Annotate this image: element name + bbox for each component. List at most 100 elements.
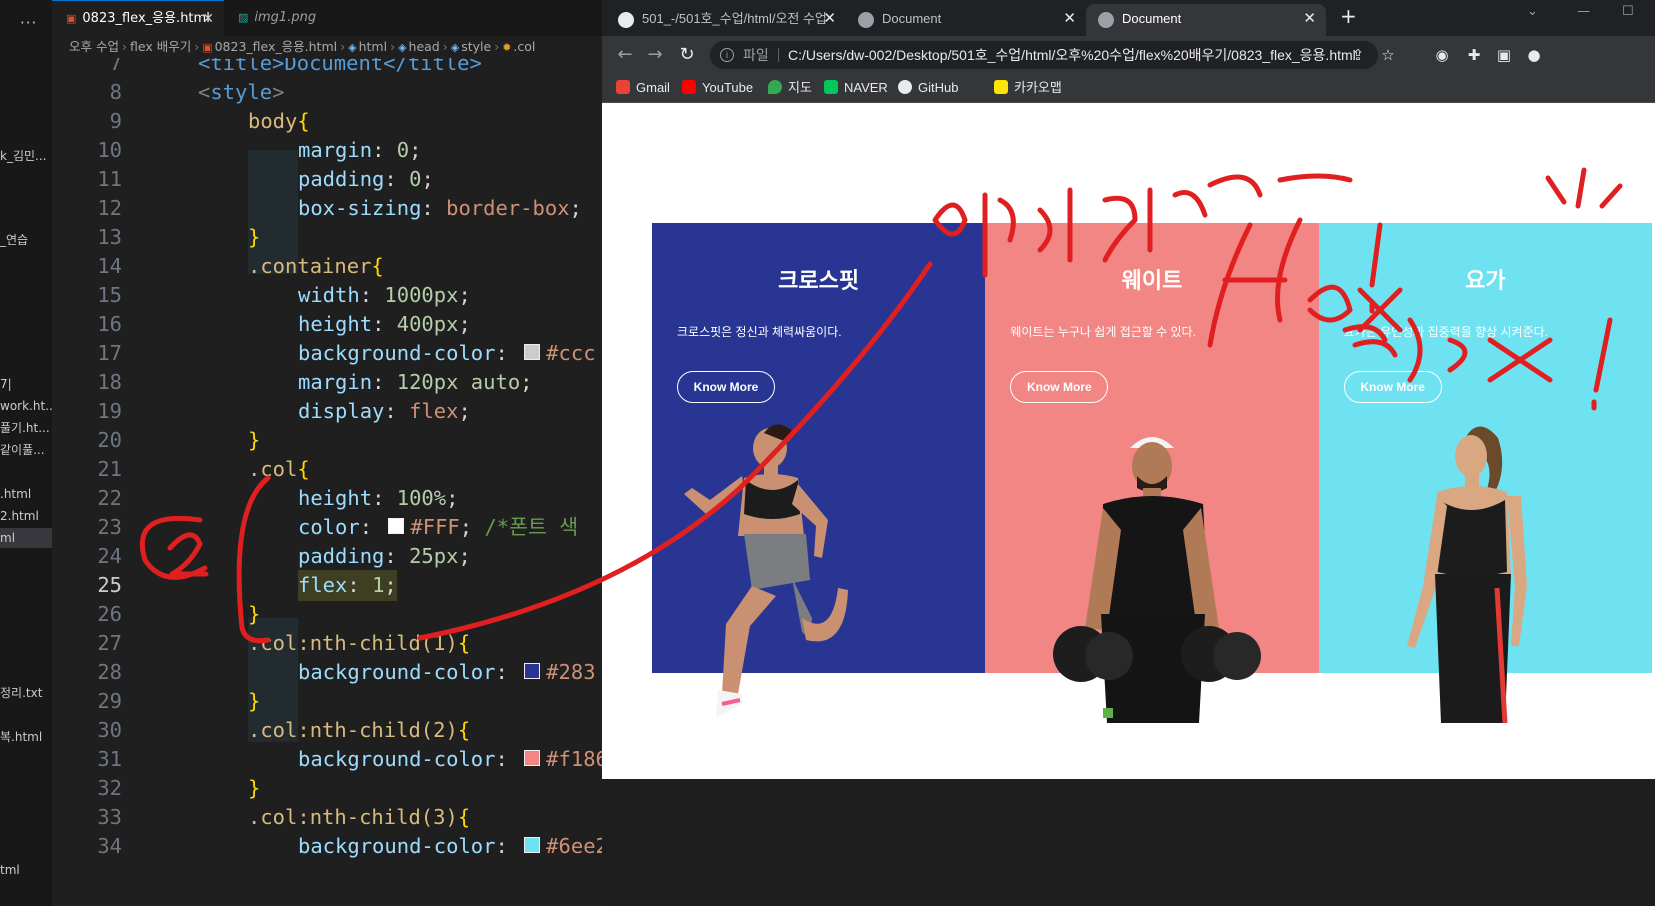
code-line-current: 25 flex: 1; — [52, 570, 602, 601]
know-more-button[interactable]: Know More — [1343, 371, 1442, 403]
weightlifter-image — [1053, 437, 1262, 723]
code-line: 23 color: #FFF; /*폰트 색 — [97, 515, 579, 539]
back-icon[interactable]: ← — [612, 42, 638, 68]
bookmark-kakaomap[interactable]: 카카오맵 — [994, 78, 1062, 98]
explorer-item[interactable]: _연습 — [0, 230, 52, 250]
code-line: 32} — [97, 776, 261, 800]
code-line: 13} — [97, 225, 261, 249]
breadcrumb-item[interactable]: .col — [513, 39, 535, 54]
code-line: 15 width: 1000px; — [97, 283, 471, 307]
know-more-button[interactable]: Know More — [1010, 371, 1109, 403]
explorer-item[interactable]: 정리.txt — [0, 683, 52, 703]
yoga-woman-image — [1406, 426, 1527, 723]
info-icon[interactable]: i — [720, 48, 734, 62]
puzzle-icon[interactable]: ✚ — [1464, 45, 1484, 65]
bookmark-naver[interactable]: NAVER — [824, 78, 888, 98]
browser-tab[interactable]: Document ✕ — [846, 4, 1086, 36]
col-description: 요가는 유연성과 집중력을 향상 시켜준다. — [1343, 325, 1549, 339]
breadcrumb-item[interactable]: html — [359, 39, 387, 54]
tab-img1[interactable]: ▨ img1.png — [224, 0, 364, 36]
code-line: 29} — [97, 689, 261, 713]
browser-toolbar: ← → ↻ i 파일 C:/Users/dw-002/Desktop/501호_… — [602, 36, 1655, 74]
browser-tab[interactable]: 501_-/501호_수업/html/오전 수업 ✕ — [606, 4, 846, 36]
breadcrumb-item[interactable]: 오후 수업 — [69, 39, 119, 54]
code-line: 16 height: 400px; — [97, 312, 471, 336]
code-line: 27 .col:nth-child(1){ — [97, 631, 471, 655]
breadcrumb-item[interactable]: style — [461, 39, 491, 54]
browser-tab-label: Document — [882, 11, 942, 26]
maximize-icon[interactable]: ☐ — [1622, 4, 1634, 19]
url-text[interactable]: C:/Users/dw-002/Desktop/501호_수업/html/오후%… — [788, 41, 1356, 69]
breadcrumb-item[interactable]: head — [409, 39, 440, 54]
explorer-item[interactable]: 복.html — [0, 727, 52, 747]
bookmark-youtube[interactable]: YouTube — [682, 78, 753, 98]
side-panel-icon[interactable]: ▣ — [1494, 45, 1514, 65]
bookmark-maps[interactable]: 지도 — [768, 78, 812, 98]
browser-tab-active[interactable]: Document ✕ — [1086, 4, 1326, 36]
code-editor[interactable]: 7 <title>Document</title> 8 <style> 9 body{… — [52, 58, 602, 906]
more-actions-icon[interactable]: ··· — [20, 14, 37, 32]
close-icon[interactable]: ✕ — [1303, 4, 1316, 34]
explorer-item[interactable]: 같이풀... — [0, 440, 52, 460]
color-swatch[interactable] — [524, 750, 541, 766]
code-line: 21 .col{ — [97, 457, 310, 481]
close-icon[interactable]: ✕ — [823, 4, 836, 34]
new-tab-button[interactable]: + — [1340, 4, 1357, 28]
col-title: 크로스핏 — [778, 268, 860, 293]
css-selector-icon: ✹ — [502, 41, 512, 54]
browser-window: 501_-/501호_수업/html/오전 수업 ✕ Document ✕ Docu… — [602, 0, 1655, 779]
code-line: 8 <style> — [109, 80, 285, 104]
color-swatch[interactable] — [524, 837, 541, 853]
naver-icon — [824, 80, 838, 94]
chevron-right-icon: › — [194, 39, 200, 54]
color-swatch[interactable] — [524, 344, 541, 360]
chevron-right-icon: › — [121, 39, 127, 54]
youtube-icon — [682, 80, 696, 94]
breadcrumb-item[interactable]: flex 배우기 — [130, 39, 191, 54]
code-line: 30 .col:nth-child(2){ — [97, 718, 471, 742]
code-line: 11 padding: 0; — [97, 167, 434, 191]
code-line: 12 box-sizing: border-box; — [97, 196, 582, 220]
minimize-icon[interactable]: — — [1577, 4, 1590, 19]
explorer-item[interactable]: work.ht... — [0, 396, 52, 416]
col-description: 웨이트는 누구나 쉽게 접근할 수 있다. — [1010, 325, 1196, 339]
explorer-item[interactable]: tml — [0, 860, 52, 880]
color-swatch[interactable] — [524, 663, 541, 679]
bookmark-star-icon[interactable]: ☆ — [1378, 45, 1398, 65]
share-icon[interactable]: ⇪ — [1348, 45, 1368, 65]
color-swatch[interactable] — [388, 518, 405, 534]
know-more-button[interactable]: Know More — [677, 371, 775, 403]
close-icon[interactable]: ✕ — [1063, 4, 1076, 34]
bookmark-github[interactable]: GitHub — [898, 78, 958, 98]
tab-label: img1.png — [254, 10, 317, 25]
forward-icon[interactable]: → — [642, 42, 668, 68]
explorer-item[interactable]: 2.html — [0, 506, 52, 526]
image-icon: ▨ — [238, 11, 249, 24]
col-yoga: 요가 요가는 유연성과 집중력을 향상 시켜준다. Know More — [1318, 223, 1652, 723]
profile-icon[interactable]: ● — [1524, 45, 1544, 65]
close-icon[interactable]: ✕ — [202, 1, 214, 37]
tab-search-icon[interactable]: ⌄ — [1527, 4, 1538, 19]
code-line: 17 background-color: #ccc — [97, 341, 596, 365]
explorer-item[interactable]: k_김민... — [0, 146, 52, 166]
explorer-item-active[interactable]: ml — [0, 528, 52, 548]
explorer-item[interactable]: 풀기.ht... — [0, 418, 52, 438]
extension-icon[interactable]: ◉ — [1432, 45, 1452, 65]
symbol-icon: ◈ — [398, 41, 407, 54]
reload-icon[interactable]: ↻ — [674, 42, 700, 68]
divider — [778, 48, 779, 62]
breadcrumb-item[interactable]: 0823_flex_응용.html — [215, 39, 338, 54]
crossfit-athlete-image — [684, 424, 848, 718]
address-bar[interactable]: i 파일 C:/Users/dw-002/Desktop/501호_수업/htm… — [710, 41, 1378, 69]
explorer-item[interactable]: 7| — [0, 374, 52, 394]
browser-tab-label: 501_-/501호_수업/html/오전 수업 — [642, 11, 827, 26]
code-line: 19 display: flex; — [97, 399, 471, 423]
tab-0823-flex[interactable]: ▣ 0823_flex_응용.html ✕ — [52, 0, 224, 36]
chevron-right-icon: › — [390, 39, 396, 54]
explorer-item[interactable]: .html — [0, 484, 52, 504]
github-icon — [898, 80, 912, 94]
github-icon — [618, 12, 634, 28]
browser-tab-label: Document — [1122, 11, 1182, 26]
bookmark-gmail[interactable]: Gmail — [616, 78, 670, 98]
breadcrumb: 오후 수업 › flex 배우기 › ▣ 0823_flex_응용.html › ◈ html ›… — [52, 36, 602, 58]
